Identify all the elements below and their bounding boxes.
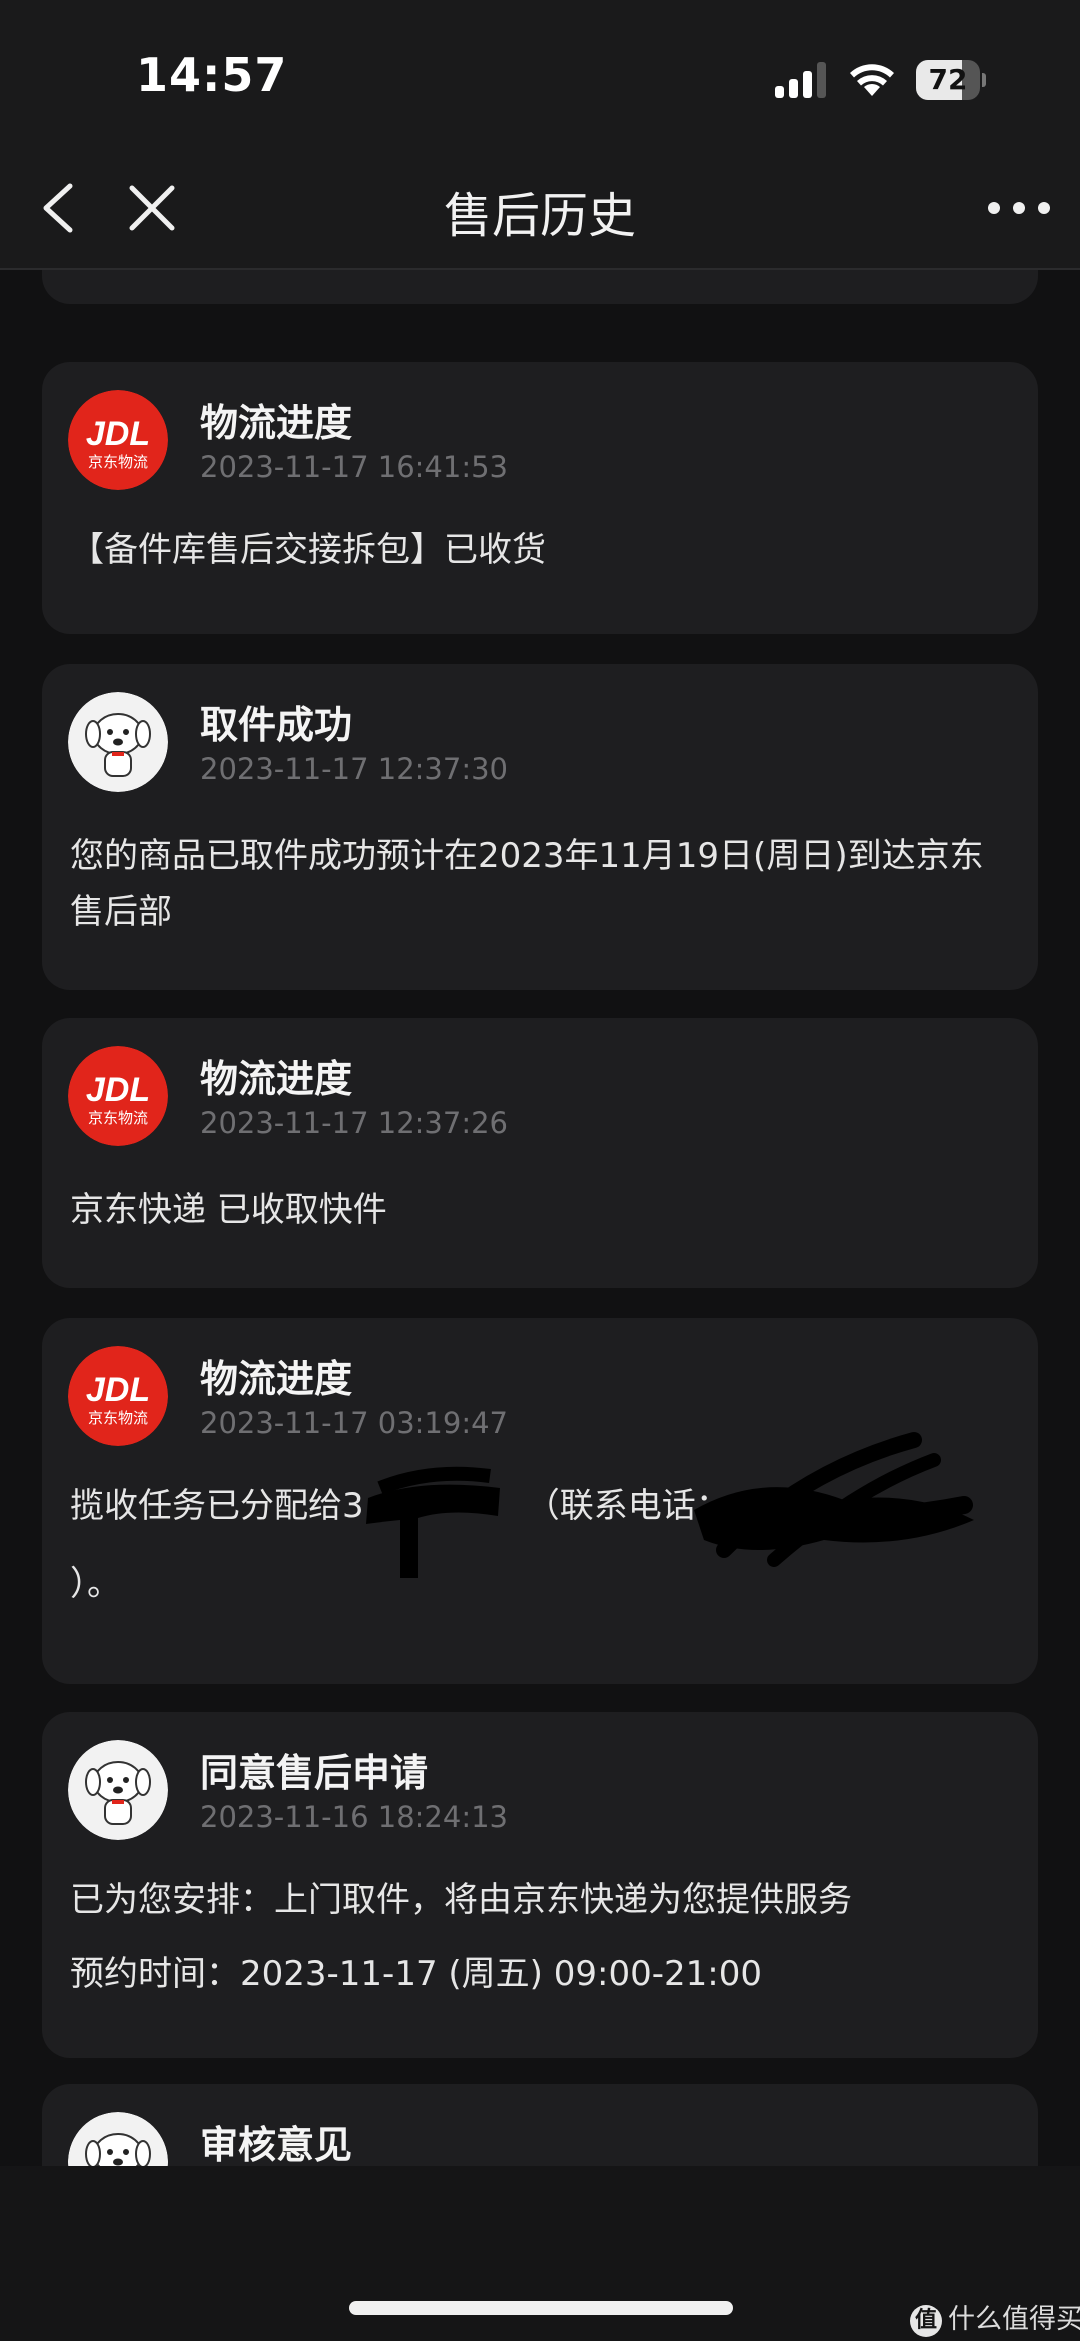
- watermark-logo-icon: 值: [910, 2304, 942, 2337]
- record-body: 您的商品已取件成功预计在2023年11月19日(周日)到达京东 售后部: [70, 828, 994, 940]
- jdl-logo-text: JDL: [86, 415, 150, 453]
- record-body-line: 预约时间：2023-11-17 (周五) 09:00-21:00: [70, 1954, 762, 1994]
- record-body: 已为您安排：上门取件，将由京东快递为您提供服务 预约时间：2023-11-17 …: [70, 1872, 994, 2002]
- record-time: 2023-11-16 18:24:13: [200, 1800, 508, 1834]
- record-time: 2023-11-17 03:19:47: [200, 1406, 508, 1440]
- jd-dog-mascot-avatar: [68, 2112, 168, 2166]
- home-indicator[interactable]: [349, 2301, 733, 2315]
- record-time: 2023-11-17 12:37:26: [200, 1106, 508, 1140]
- watermark: 值什么值得买: [910, 2297, 1080, 2337]
- battery-icon: 72: [916, 60, 986, 100]
- record-card: JDL 京东物流 物流进度 2023-11-17 03:19:47 揽收任务已分…: [42, 1318, 1038, 1684]
- jd-dog-mascot-avatar: [68, 1740, 168, 1840]
- record-title: 物流进度: [200, 401, 353, 445]
- jdl-logo-text: JDL: [86, 1371, 150, 1409]
- record-body-line: 【备件库售后交接拆包】已收货: [70, 530, 546, 570]
- cellular-signal-icon: [775, 62, 826, 98]
- record-time: 2023-11-17 12:37:30: [200, 752, 508, 786]
- record-body-line: 京东快递 已收取快件: [70, 1190, 387, 1230]
- status-bar: 14:57 72: [0, 0, 1080, 150]
- record-card: JDL 京东物流 物流进度 2023-11-17 16:41:53 【备件库售后…: [42, 362, 1038, 634]
- more-options-icon[interactable]: [984, 198, 1054, 218]
- record-title: 审核意见: [200, 2123, 353, 2166]
- battery-level: 72: [928, 63, 968, 96]
- record-body-line: 您的商品已取件成功预计在2023年11月19日(周日)到达京东: [70, 836, 984, 876]
- assignment-text: 揽收任务已分配给3: [70, 1486, 364, 1526]
- jdl-logo-avatar: JDL 京东物流: [68, 390, 168, 490]
- previous-record-card: [42, 270, 1038, 304]
- jdl-logo-subtext: 京东物流: [88, 1409, 148, 1427]
- page-title: 售后历史: [443, 188, 636, 244]
- record-card: JDL 京东物流 物流进度 2023-11-17 12:37:26 京东快递 已…: [42, 1018, 1038, 1288]
- jdl-logo-avatar: JDL 京东物流: [68, 1046, 168, 1146]
- record-title: 物流进度: [200, 1357, 353, 1401]
- jdl-logo-subtext: 京东物流: [88, 1109, 148, 1127]
- jdl-logo-text: JDL: [86, 1071, 150, 1109]
- jd-dog-mascot-avatar: [68, 692, 168, 792]
- navigation-bar: 售后历史: [0, 150, 1080, 270]
- status-time: 14:57: [136, 48, 288, 102]
- record-card: 审核意见: [42, 2084, 1038, 2166]
- jdl-logo-avatar: JDL 京东物流: [68, 1346, 168, 1446]
- record-card: 同意售后申请 2023-11-16 18:24:13 已为您安排：上门取件，将由…: [42, 1712, 1038, 2058]
- record-body: 【备件库售后交接拆包】已收货: [70, 522, 994, 578]
- jdl-logo-subtext: 京东物流: [88, 453, 148, 471]
- record-title: 同意售后申请: [200, 1751, 429, 1795]
- record-body-line: 已为您安排：上门取件，将由京东快递为您提供服务: [70, 1880, 852, 1920]
- wifi-icon: [850, 64, 894, 96]
- record-title: 物流进度: [200, 1057, 353, 1101]
- record-body: 京东快递 已收取快件: [70, 1182, 994, 1238]
- after-sales-history-list[interactable]: JDL 京东物流 物流进度 2023-11-17 16:41:53 【备件库售后…: [0, 270, 1080, 2166]
- record-title: 取件成功: [200, 703, 353, 747]
- record-time: 2023-11-17 16:41:53: [200, 450, 508, 484]
- redaction-scribble: [366, 1466, 500, 1578]
- redaction-scribble: [694, 1432, 974, 1567]
- watermark-text: 什么值得买: [948, 2304, 1080, 2335]
- record-body-line: 售后部: [70, 892, 172, 932]
- record-card: 取件成功 2023-11-17 12:37:30 您的商品已取件成功预计在202…: [42, 664, 1038, 990]
